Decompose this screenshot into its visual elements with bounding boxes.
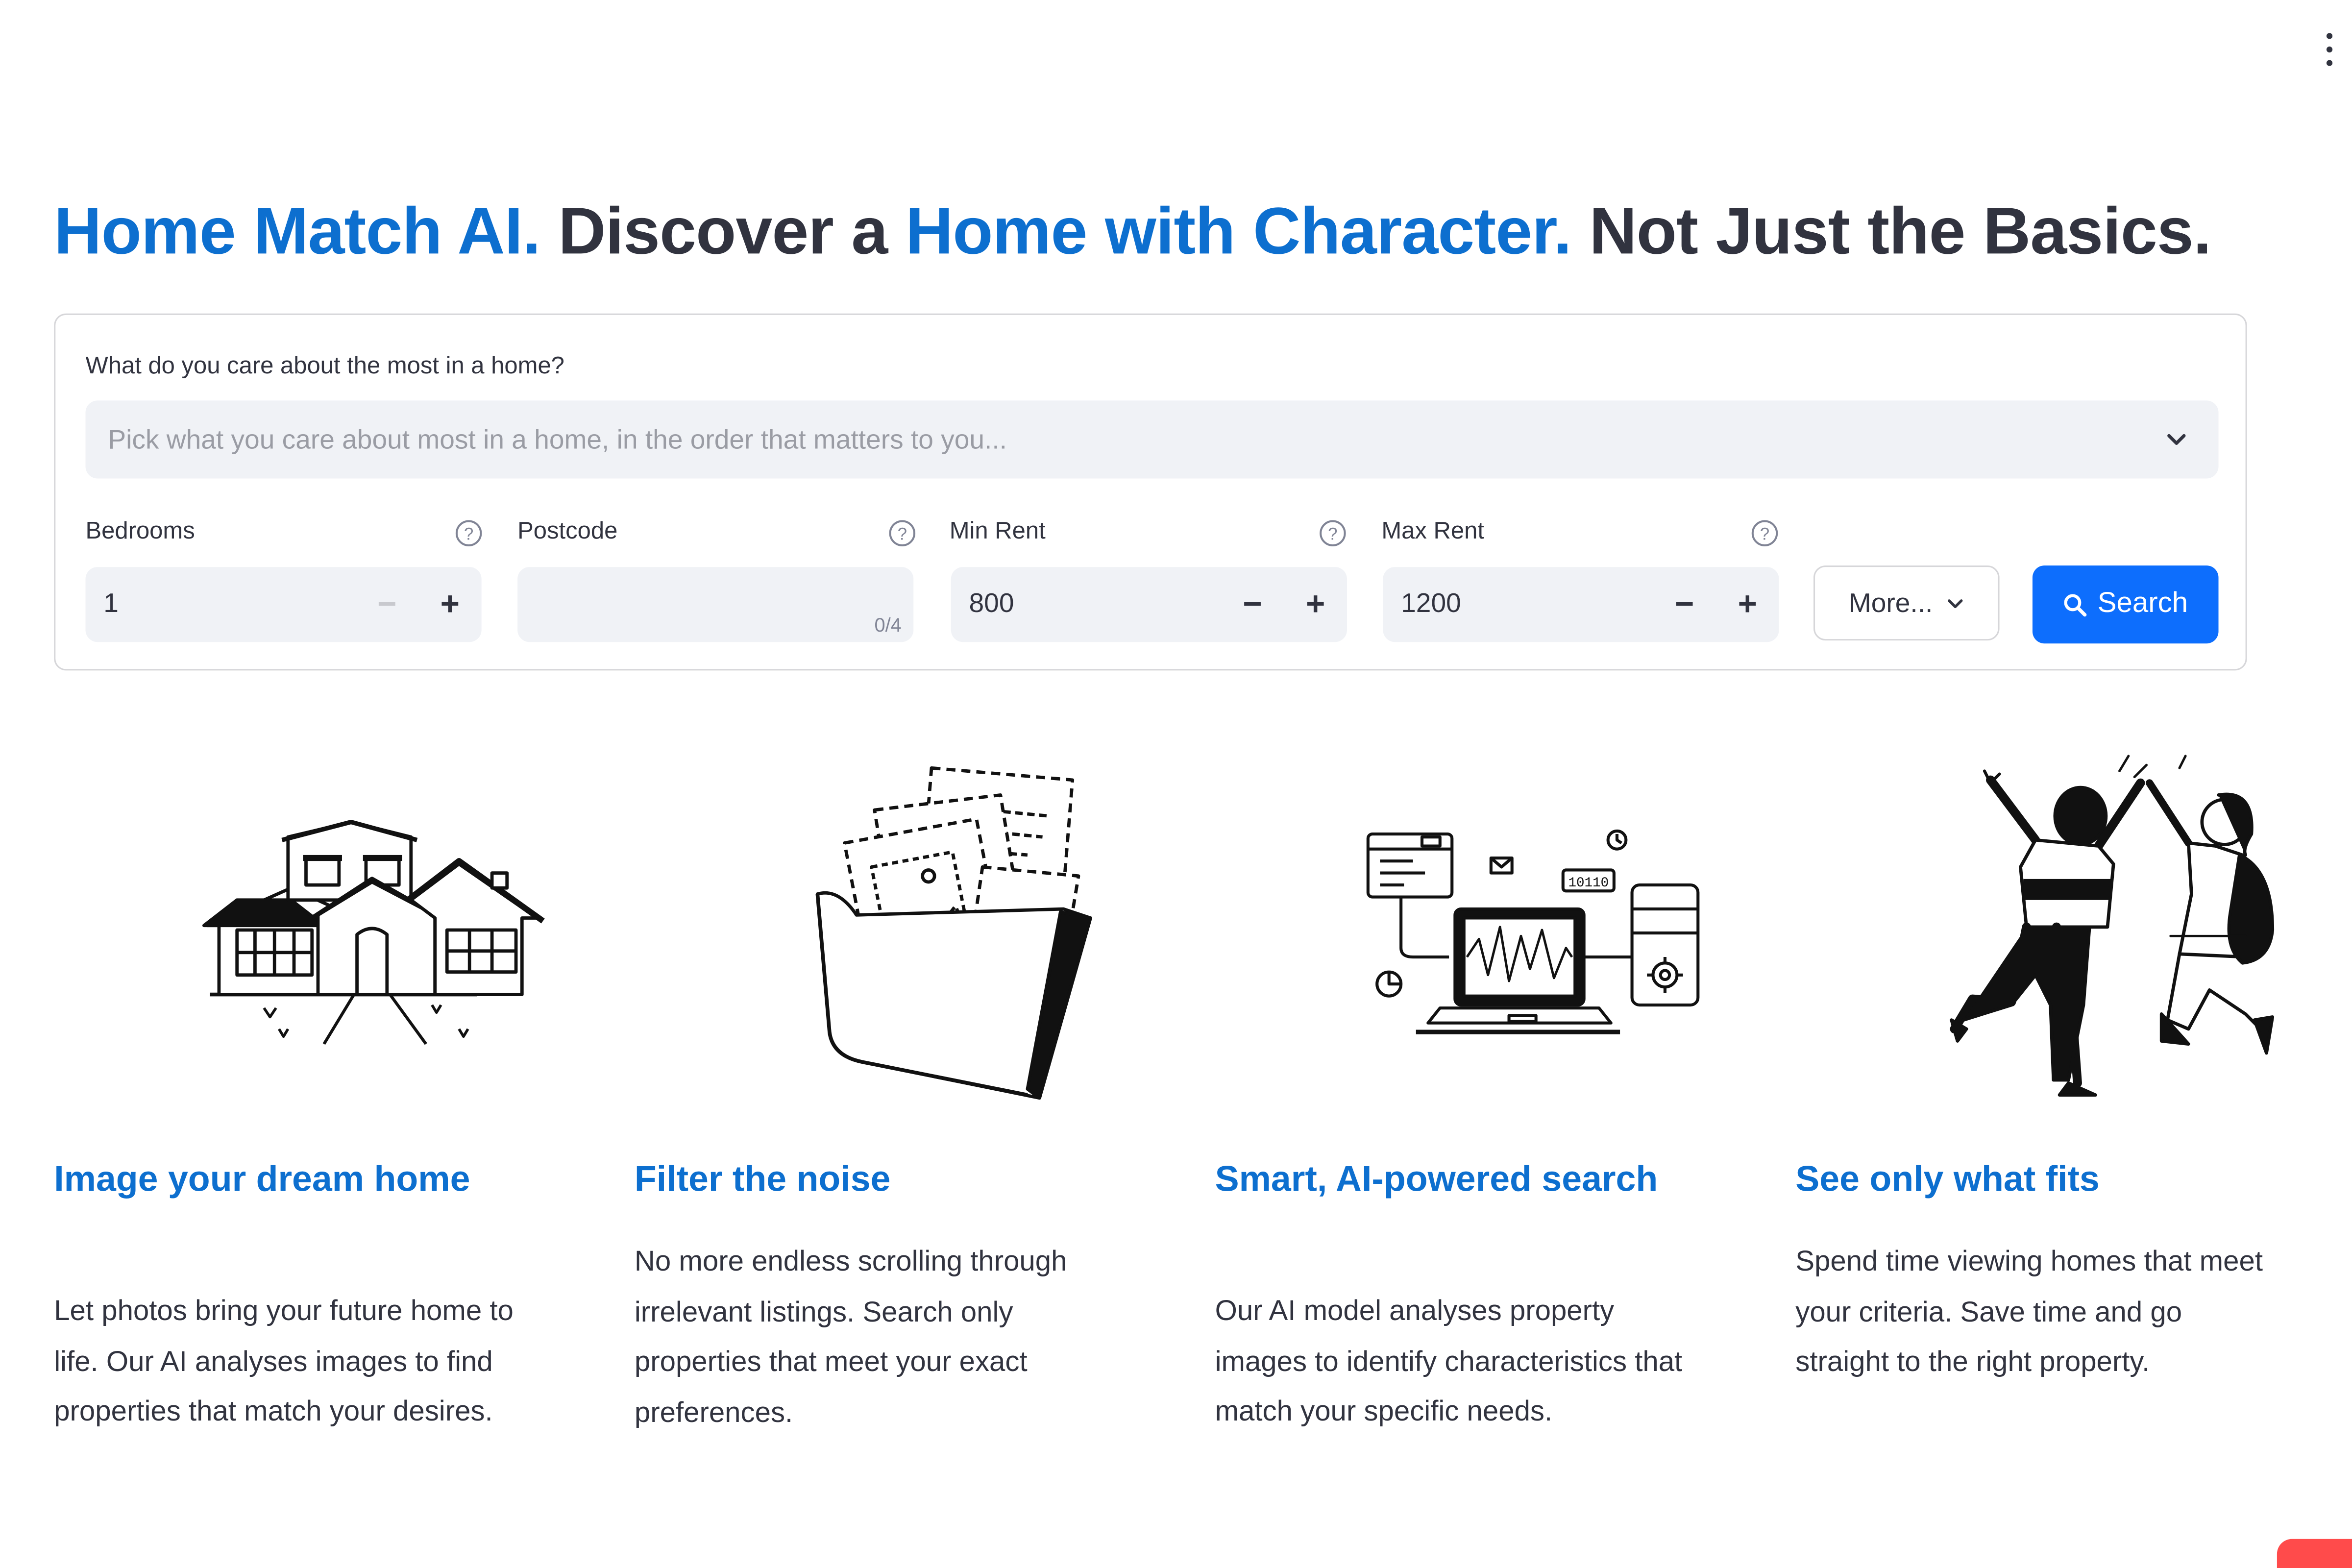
search-label: Search — [2097, 588, 2188, 620]
page-title: Home Match AI. Discover a Home with Char… — [54, 195, 2211, 270]
more-filters-label: More... — [1848, 587, 1933, 617]
app-page: Home Match AI. Discover a Home with Char… — [0, 0, 2352, 1568]
bedrooms-stepper[interactable]: 1 − + — [85, 567, 482, 642]
house-illustration — [202, 819, 545, 1045]
feature-title: Filter the noise — [634, 1159, 891, 1200]
bedrooms-label: Bedrooms — [85, 519, 195, 545]
max-rent-label: Max Rent — [1381, 519, 1484, 545]
title-highlight: Home with Character. — [905, 195, 1572, 269]
search-form: What do you care about the most in a hom… — [54, 313, 2247, 671]
title-text-2: Not Just the Basics. — [1571, 195, 2211, 269]
min-rent-value: 800 — [969, 588, 1014, 618]
min-rent-stepper[interactable]: 800 − + — [951, 567, 1347, 642]
chevron-down-icon — [2167, 434, 2186, 445]
postcode-input[interactable]: 0/4 — [517, 567, 914, 642]
help-icon[interactable]: ? — [1319, 519, 1347, 547]
min-rent-label: Min Rent — [949, 519, 1046, 545]
search-icon — [2064, 593, 2087, 616]
high-five-illustration — [1950, 755, 2275, 1097]
title-text-1: Discover a — [540, 195, 906, 269]
feature-description: Our AI model analyses property images to… — [1215, 1296, 1683, 1428]
help-icon[interactable]: ? — [1750, 519, 1779, 547]
priorities-multiselect[interactable]: Pick what you care about most in a home,… — [85, 400, 2219, 479]
title-brand: Home Match AI. — [54, 195, 540, 269]
decrement-button[interactable]: − — [365, 582, 410, 627]
max-rent-value: 1200 — [1401, 588, 1461, 618]
svg-text:10110: 10110 — [1568, 876, 1609, 891]
laptop-illustration: 10110 — [1366, 829, 1700, 1034]
more-filters-button[interactable]: More... — [1813, 565, 2000, 641]
kebab-menu-icon[interactable] — [2318, 33, 2342, 66]
chevron-down-icon — [1947, 598, 1962, 608]
svg-text:?: ? — [464, 524, 473, 543]
max-rent-stepper[interactable]: 1200 − + — [1383, 567, 1779, 642]
decrement-button[interactable]: − — [1230, 582, 1275, 627]
bedrooms-value: 1 — [103, 588, 119, 618]
help-icon[interactable]: ? — [455, 519, 483, 547]
feature-title: See only what fits — [1795, 1159, 2100, 1200]
increment-button[interactable]: + — [427, 582, 472, 627]
decrement-button[interactable]: − — [1662, 582, 1707, 627]
feature-description: Spend time viewing homes that meet your … — [1795, 1246, 2263, 1379]
increment-button[interactable]: + — [1725, 582, 1770, 627]
svg-text:?: ? — [1760, 524, 1769, 543]
notification-indicator[interactable] — [2277, 1539, 2352, 1568]
priorities-label: What do you care about the most in a hom… — [85, 354, 564, 380]
svg-text:?: ? — [898, 524, 907, 543]
folder-illustration — [815, 766, 1092, 1100]
feature-description: No more endless scrolling through irrele… — [634, 1246, 1067, 1429]
priorities-placeholder: Pick what you care about most in a home,… — [108, 423, 1007, 454]
search-button[interactable]: Search — [2032, 565, 2219, 644]
postcode-char-counter: 0/4 — [874, 613, 902, 636]
svg-text:?: ? — [1328, 524, 1337, 543]
increment-button[interactable]: + — [1293, 582, 1338, 627]
postcode-label: Postcode — [517, 519, 618, 545]
help-icon[interactable]: ? — [888, 519, 916, 547]
feature-title: Image your dream home — [54, 1159, 470, 1200]
feature-title: Smart, AI-powered search — [1215, 1159, 1658, 1200]
feature-description: Let photos bring your future home to lif… — [54, 1296, 514, 1428]
